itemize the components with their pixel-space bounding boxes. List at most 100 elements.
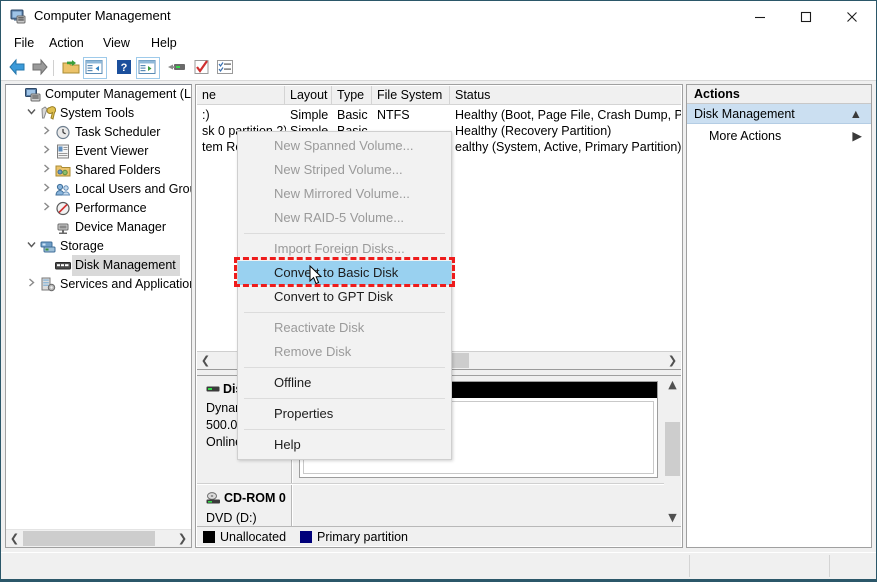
window-title: Computer Management bbox=[34, 8, 171, 23]
context-menu-item-convert-to-gpt-disk[interactable]: Convert to GPT Disk bbox=[238, 285, 451, 309]
context-menu-item-new-raid-5-volume: New RAID-5 Volume... bbox=[238, 206, 451, 230]
action-item-label: More Actions bbox=[709, 129, 782, 143]
context-menu-item-new-striped-volume: New Striped Volume... bbox=[238, 158, 451, 182]
tree-item-system-tools[interactable]: System Tools bbox=[6, 104, 191, 123]
minimize-button[interactable] bbox=[737, 1, 783, 32]
refresh-disk-icon[interactable] bbox=[167, 58, 189, 78]
tree-item-storage[interactable]: Storage bbox=[6, 237, 191, 256]
tree-item-disk-management[interactable]: Disk Management bbox=[6, 255, 191, 276]
services-icon bbox=[39, 277, 57, 292]
tree-scroll-thumb[interactable] bbox=[23, 531, 155, 546]
tree-scroll-right-arrow[interactable]: ❯ bbox=[174, 530, 191, 547]
chevron-right-icon[interactable] bbox=[38, 123, 54, 142]
context-menu-item-label: New RAID-5 Volume... bbox=[274, 210, 405, 225]
menu-action[interactable]: Action bbox=[42, 35, 91, 53]
context-menu-item-help[interactable]: Help bbox=[238, 433, 451, 457]
menu-view[interactable]: View bbox=[96, 35, 137, 53]
tree-item-label: Local Users and Groups bbox=[75, 182, 191, 196]
close-button[interactable] bbox=[829, 1, 875, 32]
tree-item-event-viewer[interactable]: Event Viewer bbox=[6, 142, 191, 161]
volume-scroll-left-arrow[interactable]: ❮ bbox=[197, 352, 214, 369]
cdrom-type: DVD (D:) bbox=[206, 511, 257, 525]
toolbar-separator bbox=[159, 60, 160, 76]
menu-label: File bbox=[14, 36, 35, 50]
context-menu-item-new-spanned-volume: New Spanned Volume... bbox=[238, 134, 451, 158]
tree-item-label: Shared Folders bbox=[75, 163, 161, 177]
tree-scroll-left-arrow[interactable]: ❮ bbox=[6, 530, 23, 547]
console-tree: Computer Management (Local System Tools Ta… bbox=[6, 85, 191, 529]
tree-item-label: System Tools bbox=[60, 106, 135, 120]
actions-section-disk-management[interactable]: Disk Management ▲ bbox=[687, 104, 871, 124]
disk-scroll-thumb[interactable] bbox=[665, 422, 680, 476]
tree-horizontal-scrollbar[interactable]: ❮ ❯ bbox=[6, 529, 191, 547]
tree-item-label: Disk Management bbox=[72, 255, 180, 276]
volume-row[interactable]: :) Simple Basic NTFS Healthy (Boot, Page Fil… bbox=[197, 107, 681, 123]
tree-item-performance[interactable]: Performance bbox=[6, 199, 191, 218]
disk-legend: Unallocated Primary partition bbox=[197, 526, 681, 546]
chevron-right-icon[interactable] bbox=[38, 180, 54, 199]
disk-scroll-down-arrow[interactable]: ▼ bbox=[664, 509, 681, 526]
context-menu-item-remove-disk: Remove Disk bbox=[238, 340, 451, 364]
toolbar: ? bbox=[1, 55, 876, 81]
tree-item-computer-management-local[interactable]: Computer Management (Local bbox=[6, 85, 191, 104]
disk-scroll-up-arrow[interactable]: ▲ bbox=[664, 376, 681, 393]
menu-bar: File Action View Help bbox=[1, 32, 876, 55]
context-menu-item-convert-to-basic-disk[interactable]: Convert to Basic Disk bbox=[238, 261, 451, 285]
chevron-right-icon[interactable] bbox=[23, 275, 39, 294]
disk-row-cdrom[interactable]: CD-ROM 0 DVD (D:) bbox=[197, 485, 664, 531]
context-menu-item-label: New Spanned Volume... bbox=[274, 138, 414, 153]
context-menu-item-label: New Striped Volume... bbox=[274, 162, 403, 177]
chevron-right-icon[interactable] bbox=[38, 161, 54, 180]
tree-item-services-and-applications[interactable]: Services and Applications bbox=[6, 275, 191, 294]
rescan-disks-icon[interactable] bbox=[192, 58, 214, 78]
chevron-down-icon[interactable] bbox=[23, 237, 39, 256]
disk-icon bbox=[206, 383, 220, 400]
cdrom-name: CD-ROM 0 bbox=[224, 491, 286, 505]
tree-item-local-users-and-groups[interactable]: Local Users and Groups bbox=[6, 180, 191, 199]
context-menu-separator bbox=[244, 233, 445, 234]
context-menu-item-offline[interactable]: Offline bbox=[238, 371, 451, 395]
column-header-type[interactable]: Type bbox=[332, 86, 372, 104]
event-viewer-icon bbox=[54, 144, 72, 159]
volume-scroll-right-arrow[interactable]: ❯ bbox=[664, 352, 681, 369]
forward-icon[interactable] bbox=[30, 58, 52, 78]
disk-view-vertical-scrollbar[interactable]: ▲ ▼ bbox=[664, 376, 681, 526]
legend-swatch bbox=[300, 530, 313, 543]
menu-label: View bbox=[103, 36, 130, 50]
legend-swatch bbox=[203, 530, 215, 543]
disk-context-menu[interactable]: New Spanned Volume... New Striped Volume.… bbox=[234, 131, 455, 460]
tree-item-label: Performance bbox=[75, 201, 147, 215]
chevron-right-icon[interactable]: ▶ bbox=[852, 126, 862, 146]
column-header-file-system[interactable]: File System bbox=[372, 86, 450, 104]
back-icon[interactable] bbox=[7, 58, 29, 78]
maximize-button[interactable] bbox=[783, 1, 829, 32]
chevron-up-icon[interactable]: ▲ bbox=[850, 104, 862, 124]
system-tools-icon bbox=[39, 106, 57, 121]
show-hide-action-pane-icon[interactable] bbox=[136, 57, 160, 79]
up-folder-icon[interactable] bbox=[61, 58, 83, 78]
tree-item-device-manager[interactable]: Device Manager bbox=[6, 218, 191, 237]
chevron-right-icon[interactable] bbox=[38, 142, 54, 161]
menu-help[interactable]: Help bbox=[144, 35, 184, 53]
storage-icon bbox=[39, 239, 57, 254]
show-hide-console-tree-icon[interactable] bbox=[83, 57, 107, 79]
context-menu-item-reactivate-disk: Reactivate Disk bbox=[238, 316, 451, 340]
menu-file[interactable]: File bbox=[7, 35, 41, 53]
chevron-right-icon[interactable] bbox=[38, 199, 54, 218]
disk-management-icon bbox=[54, 258, 72, 273]
properties-list-icon[interactable] bbox=[215, 58, 237, 78]
context-menu-item-properties[interactable]: Properties bbox=[238, 402, 451, 426]
tree-item-shared-folders[interactable]: Shared Folders bbox=[6, 161, 191, 180]
action-item-more-actions[interactable]: More Actions ▶ bbox=[687, 126, 871, 146]
context-menu-separator bbox=[244, 312, 445, 313]
volume-cell-status: Healthy (Boot, Page File, Crash Dump, Pr… bbox=[455, 108, 681, 122]
tree-item-task-scheduler[interactable]: Task Scheduler bbox=[6, 123, 191, 142]
chevron-down-icon[interactable] bbox=[23, 104, 39, 123]
column-header-status[interactable]: Status bbox=[450, 86, 681, 104]
tree-item-label: Storage bbox=[60, 239, 104, 253]
column-header-layout[interactable]: Layout bbox=[285, 86, 332, 104]
volume-cell-type: Basic bbox=[337, 108, 368, 122]
legend-label: Primary partition bbox=[317, 529, 409, 544]
help-icon[interactable]: ? bbox=[114, 58, 136, 78]
column-header-ne[interactable]: ne bbox=[197, 86, 285, 104]
